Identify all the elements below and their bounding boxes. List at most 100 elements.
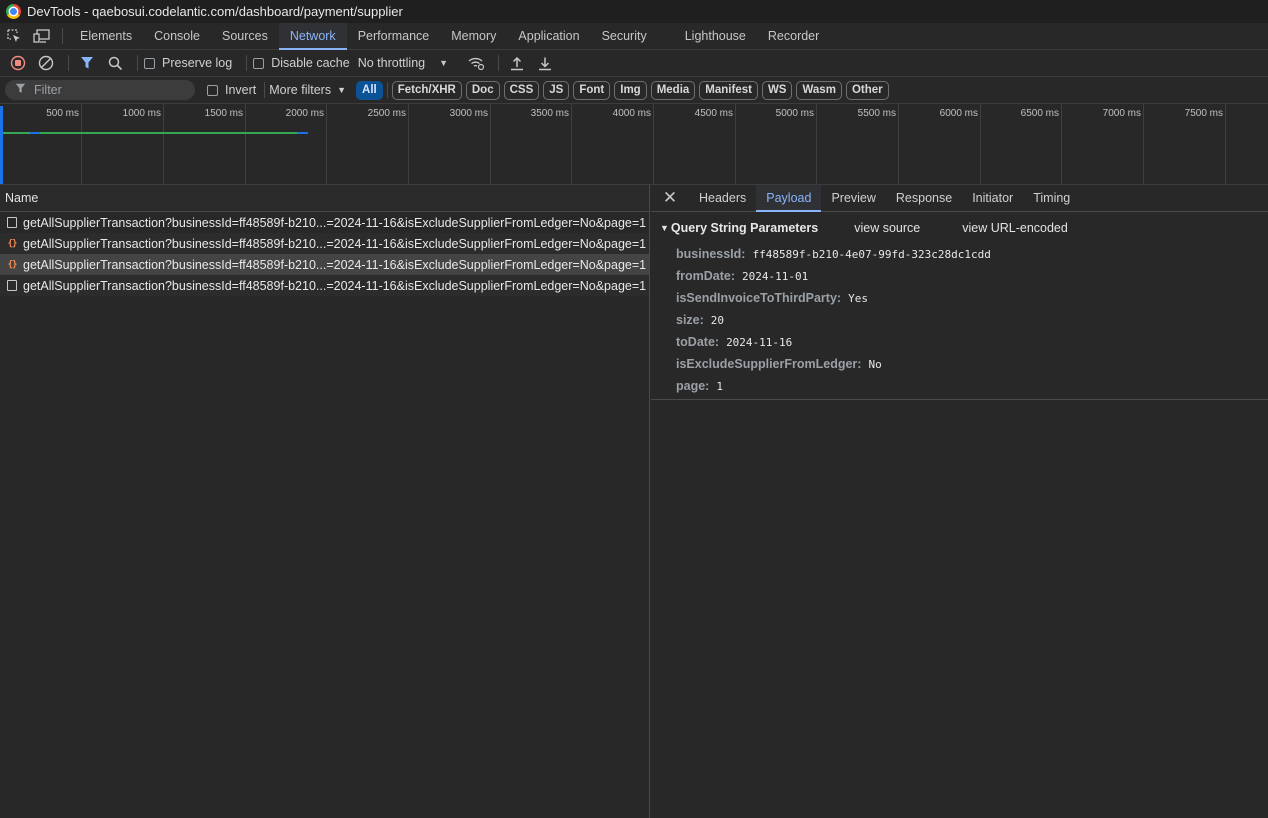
timeline-gridline xyxy=(1225,104,1226,184)
param-value: ff48589f-b210-4e07-99fd-323c28dc1cdd xyxy=(752,247,991,261)
preserve-log-checkbox[interactable]: Preserve log xyxy=(144,56,232,70)
filter-chip-js[interactable]: JS xyxy=(543,80,570,100)
timeline-gridline xyxy=(1143,104,1144,184)
toolbar-divider xyxy=(246,55,248,71)
tab-security[interactable]: Security xyxy=(591,23,658,49)
document-icon xyxy=(6,280,18,292)
tab-recorder[interactable]: Recorder xyxy=(757,23,830,49)
view-source-link[interactable]: view source xyxy=(854,221,920,235)
timeline-tick-label: 5500 ms xyxy=(857,108,896,119)
request-row[interactable]: getAllSupplierTransaction?businessId=ff4… xyxy=(0,212,649,233)
import-har-icon[interactable] xyxy=(505,51,529,75)
timeline-gridline xyxy=(245,104,246,184)
invert-checkbox[interactable]: Invert xyxy=(207,83,256,97)
request-row[interactable]: {} getAllSupplierTransaction?businessId=… xyxy=(0,233,649,254)
tab-headers[interactable]: Headers xyxy=(689,185,756,211)
tab-console[interactable]: Console xyxy=(143,23,211,49)
request-row-selected[interactable]: {} getAllSupplierTransaction?businessId=… xyxy=(0,254,649,275)
timeline-tick-label: 6000 ms xyxy=(939,108,978,119)
query-string-section-header[interactable]: ▼ Query String Parameters view source vi… xyxy=(651,212,1268,243)
tab-elements[interactable]: Elements xyxy=(69,23,143,49)
request-name: getAllSupplierTransaction?businessId=ff4… xyxy=(23,257,647,272)
tab-payload[interactable]: Payload xyxy=(756,185,822,212)
view-url-encoded-link[interactable]: view URL-encoded xyxy=(962,221,1068,235)
param-name: businessId: xyxy=(676,247,746,261)
disable-cache-label: Disable cache xyxy=(271,56,350,70)
tab-network[interactable]: Network xyxy=(278,23,347,50)
checkbox-box[interactable] xyxy=(253,57,265,69)
tab-timing[interactable]: Timing xyxy=(1023,185,1080,211)
tab-lighthouse[interactable]: Lighthouse xyxy=(674,23,757,49)
detail-tabbar: ✕ Headers Payload Preview Response Initi… xyxy=(651,185,1268,212)
requests-pane: Name getAllSupplierTransaction?businessI… xyxy=(0,185,650,818)
param-name: isExcludeSupplierFromLedger: xyxy=(676,357,862,371)
expand-triangle-icon[interactable]: ▼ xyxy=(660,223,669,233)
filter-chip-img[interactable]: Img xyxy=(614,80,647,100)
timeline-selection-handle[interactable] xyxy=(0,106,3,184)
filter-chip-wasm[interactable]: Wasm xyxy=(796,80,842,100)
section-title: Query String Parameters xyxy=(670,220,819,235)
filter-chip-manifest[interactable]: Manifest xyxy=(699,80,758,100)
filter-bar: Filter Invert More filters ▼ All Fetch/X… xyxy=(0,77,1268,104)
tab-application[interactable]: Application xyxy=(507,23,590,49)
timeline-gridline xyxy=(326,104,327,184)
timeline-gridline xyxy=(898,104,899,184)
filter-input[interactable]: Filter xyxy=(5,80,195,100)
timeline-request-bar xyxy=(30,132,40,134)
device-toolbar-icon[interactable] xyxy=(28,23,56,49)
filter-chip-doc[interactable]: Doc xyxy=(465,80,500,100)
tab-sources[interactable]: Sources xyxy=(211,23,279,49)
filter-chip-media[interactable]: Media xyxy=(650,80,696,100)
param-value: 20 xyxy=(710,313,725,327)
window-title: DevTools - qaebosui.codelantic.com/dashb… xyxy=(27,4,403,19)
filter-placeholder: Filter xyxy=(34,83,62,97)
filter-divider xyxy=(264,82,266,98)
record-stop-icon[interactable] xyxy=(6,51,30,75)
request-name: getAllSupplierTransaction?businessId=ff4… xyxy=(23,278,647,293)
param-row: isExcludeSupplierFromLedger: No xyxy=(651,353,1268,375)
search-icon[interactable] xyxy=(103,51,127,75)
name-column-header[interactable]: Name xyxy=(0,185,649,212)
close-icon[interactable]: ✕ xyxy=(651,185,689,211)
param-row: fromDate: 2024-11-01 xyxy=(651,265,1268,287)
param-name: page: xyxy=(676,379,710,393)
filter-chip-other[interactable]: Other xyxy=(845,80,889,100)
filter-chip-all[interactable]: All xyxy=(356,80,383,100)
timeline-gridline xyxy=(980,104,981,184)
filter-chip-css[interactable]: CSS xyxy=(503,80,540,100)
checkbox-box[interactable] xyxy=(144,57,155,69)
filter-chip-ws[interactable]: WS xyxy=(761,80,793,100)
throttling-select[interactable]: No throttling ▼ xyxy=(358,56,448,70)
tab-memory[interactable]: Memory xyxy=(440,23,507,49)
clear-icon[interactable] xyxy=(34,51,58,75)
filter-chip-fetch-xhr[interactable]: Fetch/XHR xyxy=(391,80,462,100)
request-detail-pane: ✕ Headers Payload Preview Response Initi… xyxy=(651,185,1268,818)
param-value: 1 xyxy=(716,379,723,393)
filter-icon[interactable] xyxy=(75,51,99,75)
network-overview-timeline[interactable]: 500 ms 1000 ms 1500 ms 2000 ms 2500 ms 3… xyxy=(0,104,1268,185)
filter-chip-font[interactable]: Font xyxy=(573,80,611,100)
request-row[interactable]: getAllSupplierTransaction?businessId=ff4… xyxy=(0,275,649,296)
json-icon: {} xyxy=(7,238,18,249)
tab-performance[interactable]: Performance xyxy=(347,23,441,49)
timeline-tick-label: 7000 ms xyxy=(1102,108,1141,119)
tab-initiator[interactable]: Initiator xyxy=(962,185,1023,211)
param-name: size: xyxy=(676,313,704,327)
timeline-tick-label: 4000 ms xyxy=(612,108,651,119)
param-value: 2024-11-01 xyxy=(742,269,809,283)
more-filters-dropdown[interactable]: More filters ▼ xyxy=(269,83,346,97)
request-name: getAllSupplierTransaction?businessId=ff4… xyxy=(23,236,647,251)
export-har-icon[interactable] xyxy=(533,51,557,75)
tab-response[interactable]: Response xyxy=(886,185,962,211)
disable-cache-checkbox[interactable]: Disable cache xyxy=(253,56,350,70)
tab-preview[interactable]: Preview xyxy=(821,185,885,211)
inspect-element-icon[interactable] xyxy=(0,23,28,49)
timeline-tick-label: 7500 ms xyxy=(1184,108,1223,119)
param-value: 2024-11-16 xyxy=(726,335,793,349)
chrome-logo-icon xyxy=(6,4,21,19)
network-conditions-icon[interactable] xyxy=(464,51,488,75)
param-value: Yes xyxy=(848,291,868,305)
checkbox-box[interactable] xyxy=(207,84,218,96)
timeline-tick-label: 2500 ms xyxy=(367,108,406,119)
timeline-gridline xyxy=(816,104,817,184)
